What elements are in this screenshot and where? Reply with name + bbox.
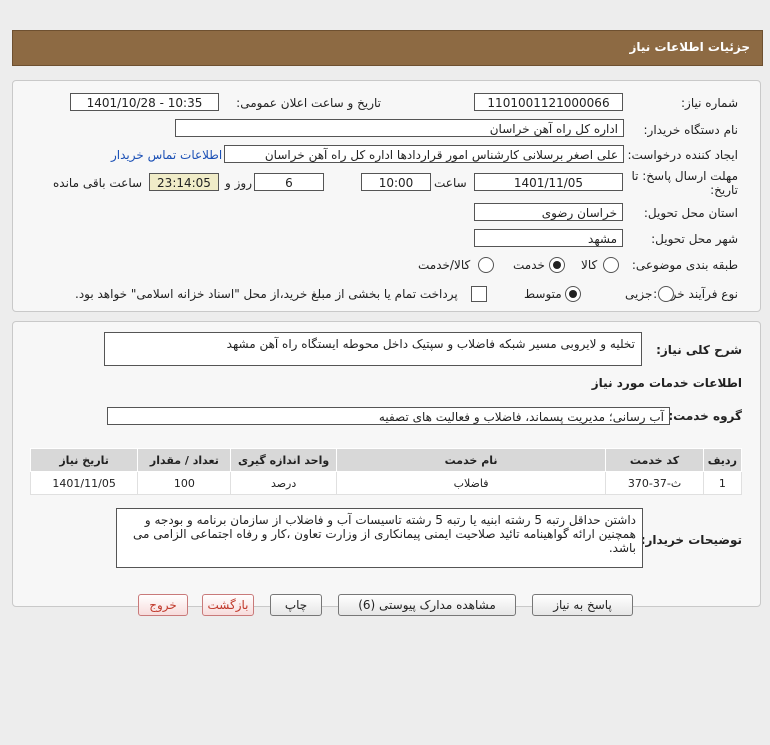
need-number-field: 1101001121000066 — [474, 93, 623, 111]
page-header: جزئیات اطلاعات نیاز — [12, 30, 763, 66]
subject-category-label: طبقه بندی موضوعی: — [631, 258, 738, 272]
purchase-minor-radio[interactable] — [658, 286, 674, 302]
deadline-time-field: 10:00 — [361, 173, 431, 191]
delivery-city-label: شهر محل تحویل: — [651, 232, 738, 246]
deadline-label-line2: تاریخ: — [710, 183, 738, 197]
buyer-org-field: اداره کل راه آهن خراسان — [175, 119, 624, 137]
table-header-service-code: کد خدمت — [605, 448, 704, 472]
category-goods-label: کالا — [581, 258, 598, 272]
exit-button[interactable]: خروج — [138, 594, 188, 616]
deadline-time-label: ساعت — [434, 176, 467, 190]
service-group-field: آب رسانی؛ مدیریت پسماند، فاضلاب و فعالیت… — [107, 407, 670, 425]
category-goods-service-label: کالا/خدمت — [418, 258, 471, 272]
services-table: تاریخ نیاز تعداد / مقدار واحد اندازه گیر… — [29, 448, 743, 495]
category-goods-radio[interactable] — [603, 257, 619, 273]
respond-button[interactable]: پاسخ به نیاز — [532, 594, 633, 616]
announce-datetime-label: تاریخ و ساعت اعلان عمومی: — [236, 96, 381, 110]
cell-row: 1 — [702, 471, 743, 495]
deadline-label-line1: مهلت ارسال پاسخ: تا — [631, 169, 738, 183]
purchase-minor-label: جزیی — [625, 287, 653, 301]
table-header-row: ردیف — [702, 448, 743, 472]
table-header-date: تاریخ نیاز — [29, 448, 139, 472]
deadline-days-label: روز و — [225, 176, 252, 190]
table-header-service-name: نام خدمت — [335, 448, 607, 472]
delivery-province-field: خراسان رضوی — [474, 203, 623, 221]
table-header-quantity: تعداد / مقدار — [137, 448, 232, 472]
category-service-radio[interactable] — [549, 257, 565, 273]
service-group-label: گروه خدمت: — [668, 409, 742, 423]
need-number-label: شماره نیاز: — [681, 96, 738, 110]
announce-datetime-field: 1401/10/28 - 10:35 — [70, 93, 219, 111]
remaining-time-label: ساعت باقی مانده — [53, 176, 143, 190]
buyer-notes-field: داشتن حداقل رتبه 5 رشته ابنیه یا رتبه 5 … — [116, 508, 643, 568]
cell-date: 1401/11/05 — [29, 471, 139, 495]
table-row: 1401/11/05 100 درصد فاضلاب ث-37-370 1 — [29, 471, 743, 495]
print-button[interactable]: چاپ — [270, 594, 322, 616]
purchase-medium-label: متوسط — [524, 287, 562, 301]
requester-label: ایجاد کننده درخواست: — [627, 148, 738, 162]
purchase-medium-radio[interactable] — [565, 286, 581, 302]
summary-field: تخلیه و لایروبی مسیر شبکه فاضلاب و سپتیک… — [104, 332, 642, 366]
delivery-city-field: مشهد — [474, 229, 623, 247]
delivery-province-label: استان محل تحویل: — [643, 206, 738, 220]
summary-label: شرح کلی نیاز: — [656, 343, 742, 357]
back-button[interactable]: بازگشت — [202, 594, 254, 616]
cell-service-code: ث-37-370 — [605, 471, 704, 495]
table-header-unit: واحد اندازه گیری — [230, 448, 337, 472]
buyer-org-label: نام دستگاه خریدار: — [643, 123, 739, 137]
page-title: جزئیات اطلاعات نیاز — [629, 40, 750, 54]
need-info-panel: شماره نیاز: 1101001121000066 تاریخ و ساع… — [12, 80, 761, 312]
attachments-button[interactable]: مشاهده مدارک پیوستی (6) — [338, 594, 516, 616]
need-details-panel: شرح کلی نیاز: تخلیه و لایروبی مسیر شبکه … — [12, 321, 761, 607]
buyer-notes-label: توضیحات خریدار: — [640, 533, 742, 547]
category-goods-service-radio[interactable] — [478, 257, 494, 273]
services-section-title: اطلاعات خدمات مورد نیاز — [591, 376, 742, 390]
category-service-label: خدمت — [513, 258, 545, 272]
treasury-note: پرداخت تمام یا بخشی از مبلغ خرید،از محل … — [75, 287, 458, 301]
deadline-days-field: 6 — [254, 173, 324, 191]
remaining-time-field: 23:14:05 — [149, 173, 219, 191]
requester-field: علی اصغر برسلانی کارشناس امور قراردادها … — [224, 145, 624, 163]
contact-info-link[interactable]: اطلاعات تماس خریدار — [111, 148, 222, 162]
cell-unit: درصد — [230, 471, 337, 495]
cell-service-name: فاضلاب — [335, 471, 607, 495]
treasury-checkbox[interactable] — [471, 286, 487, 302]
deadline-date-field: 1401/11/05 — [474, 173, 623, 191]
cell-quantity: 100 — [137, 471, 232, 495]
